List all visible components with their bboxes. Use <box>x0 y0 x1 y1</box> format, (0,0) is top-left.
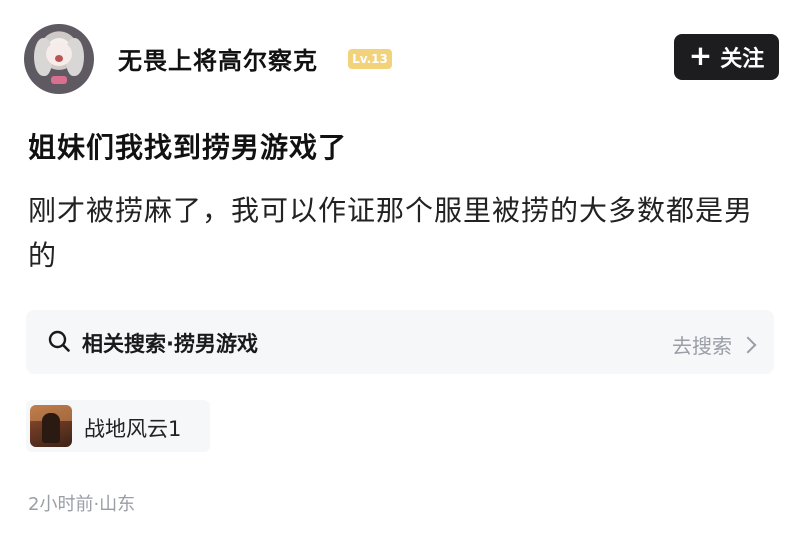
search-icon <box>48 330 70 352</box>
related-search-label: 相关搜索·捞男游戏 <box>82 332 258 356</box>
follow-label: 关注 <box>720 47 765 72</box>
plus-icon: + <box>688 39 713 72</box>
post-header: 无畏上将高尔察克 Lv.13 + 关注 <box>0 0 800 110</box>
avatar-mouth <box>55 55 63 62</box>
follow-button[interactable]: + 关注 <box>674 34 779 80</box>
post-meta: 2小时前·山东 <box>28 494 136 515</box>
avatar-face <box>46 42 72 66</box>
go-search-label: 去搜索 <box>672 334 732 358</box>
go-search-link[interactable]: 去搜索 <box>672 330 757 359</box>
avatar-bow <box>51 76 67 84</box>
game-tag[interactable]: 战地风云1 <box>26 400 210 452</box>
author-name[interactable]: 无畏上将高尔察克 <box>118 41 318 76</box>
game-thumbnail <box>30 405 72 447</box>
author-avatar[interactable] <box>24 24 94 94</box>
thumbnail-soldier <box>42 413 60 443</box>
post-title: 姐妹们我找到捞男游戏了 <box>28 131 348 164</box>
post-body: 刚才被捞麻了，我可以作证那个服里被捞的大多数都是男的 <box>28 194 754 272</box>
level-badge: Lv.13 <box>348 49 392 69</box>
game-name: 战地风云1 <box>84 417 182 441</box>
chevron-right-icon <box>739 336 757 353</box>
related-search-card[interactable]: 相关搜索·捞男游戏 去搜索 <box>26 310 774 374</box>
